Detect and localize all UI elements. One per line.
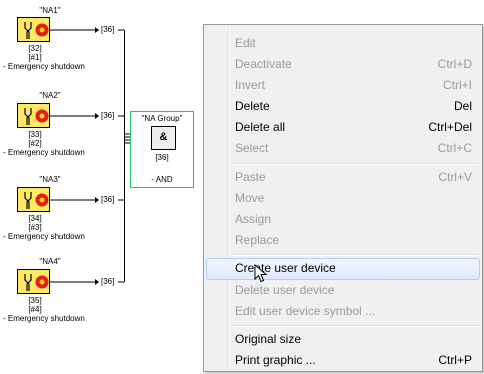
menu-item-label: Move <box>235 191 265 205</box>
menu-item-original-size[interactable]: Original size <box>206 329 480 350</box>
mouse-pointer-icon <box>254 264 268 283</box>
menu-separator <box>232 254 478 256</box>
menu-item-replace[interactable]: Replace <box>206 230 480 251</box>
device-name: "NA3" <box>39 175 61 184</box>
device-description: - Emergency shutdown <box>3 232 85 241</box>
menu-item-label: Replace <box>235 233 280 247</box>
menu-item-label: Delete <box>235 99 270 113</box>
menu-item-label: Edit user device symbol ... <box>235 304 376 318</box>
menu-item-label: Original size <box>235 332 302 346</box>
device-link: [36] <box>101 277 115 286</box>
device-link: [36] <box>101 195 115 204</box>
menu-item-label: Paste <box>235 170 266 184</box>
menu-item-shortcut: Del <box>453 99 472 113</box>
emergency-switch-icon <box>24 192 49 209</box>
group-type: - AND <box>151 175 173 184</box>
and-symbol: & <box>159 131 168 143</box>
emergency-switch-icon <box>24 274 49 291</box>
device-name: "NA4" <box>39 257 61 266</box>
menu-item-shortcut: Ctrl+C <box>437 141 472 155</box>
menu-item-label: Edit <box>235 36 256 50</box>
emergency-switch-icon <box>24 22 49 39</box>
emergency-switch-icon <box>24 108 49 125</box>
group-number: [36] <box>155 153 169 162</box>
device-name: "NA1" <box>39 6 61 15</box>
menu-item-shortcut: Ctrl+V <box>438 170 472 184</box>
device-description: - Emergency shutdown <box>3 314 85 323</box>
menu-item-edit[interactable]: Edit <box>206 33 480 54</box>
device-link: [36] <box>101 111 115 120</box>
context-menu: Edit Deactivate Ctrl+D Invert Ctrl+I Del… <box>203 24 483 372</box>
menu-separator <box>232 325 478 327</box>
device-link: [36] <box>101 25 115 34</box>
menu-item-label: Assign <box>235 212 272 226</box>
device-description: - Emergency shutdown <box>3 62 85 71</box>
emergency-device[interactable] <box>17 17 50 42</box>
menu-item-select[interactable]: Select Ctrl+C <box>206 138 480 159</box>
menu-item-deactivate[interactable]: Deactivate Ctrl+D <box>206 54 480 75</box>
menu-item-label: Invert <box>235 78 266 92</box>
menu-item-print-graphic[interactable]: Print graphic ... Ctrl+P <box>206 350 480 371</box>
menu-item-label: Deactivate <box>235 57 292 71</box>
menu-item-shortcut: Ctrl+Del <box>428 120 472 134</box>
menu-item-label: Delete all <box>235 120 286 134</box>
and-gate-icon: & <box>151 126 176 150</box>
menu-item-delete-user-device[interactable]: Delete user device <box>206 280 480 301</box>
menu-item-delete[interactable]: Delete Del <box>206 96 480 117</box>
menu-item-paste[interactable]: Paste Ctrl+V <box>206 167 480 188</box>
menu-item-create-user-device[interactable]: Create user device <box>206 258 480 280</box>
device-description: - Emergency shutdown <box>3 148 85 157</box>
device-name: "NA2" <box>39 91 61 100</box>
menu-item-label: Print graphic ... <box>235 353 316 367</box>
emergency-device[interactable] <box>17 103 50 128</box>
menu-item-shortcut: Ctrl+P <box>438 353 472 367</box>
menu-item-label: Create user device <box>235 261 336 275</box>
menu-item-move[interactable]: Move <box>206 188 480 209</box>
menu-item-shortcut: Ctrl+I <box>442 78 472 92</box>
emergency-device[interactable] <box>17 269 50 294</box>
menu-separator <box>232 163 478 165</box>
menu-item-shortcut: Ctrl+D <box>437 57 472 71</box>
group-name: "NA Group" <box>141 114 183 123</box>
menu-item-edit-user-device-symbol[interactable]: Edit user device symbol ... <box>206 301 480 322</box>
menu-item-assign[interactable]: Assign <box>206 209 480 230</box>
emergency-device[interactable] <box>17 187 50 212</box>
menu-item-label: Select <box>235 141 269 155</box>
menu-item-invert[interactable]: Invert Ctrl+I <box>206 75 480 96</box>
menu-item-delete-all[interactable]: Delete all Ctrl+Del <box>206 117 480 138</box>
menu-item-label: Delete user device <box>235 283 335 297</box>
